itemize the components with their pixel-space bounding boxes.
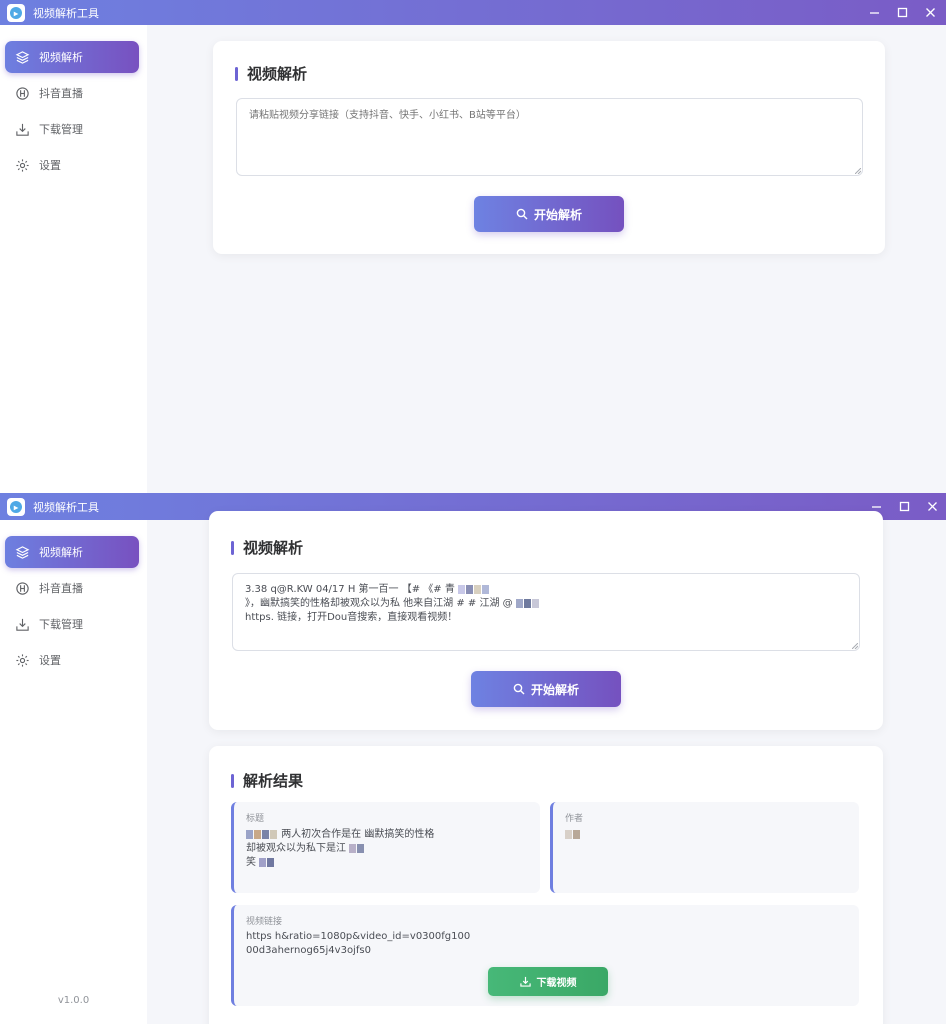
settings-icon	[16, 653, 29, 667]
download-icon	[16, 618, 29, 631]
title-label: 标题	[246, 814, 265, 824]
video-link-text[interactable]: https h&ratio=1080p&video_id=v0300fg100 …	[246, 930, 856, 958]
title-accent-bar	[235, 66, 238, 81]
sidebar-item-label: 视频解析	[39, 546, 83, 559]
settings-icon	[16, 158, 29, 172]
result-card: 解析结果 标题 两人初次合作是在 幽默搞笑的性格 却被观众以为私下是江 笑 作者…	[209, 746, 883, 1024]
layers-icon	[15, 50, 30, 64]
app-logo: ▶	[7, 4, 25, 22]
parse-card-title: 视频解析	[231, 537, 303, 558]
layers-icon	[15, 545, 30, 559]
maximize-icon	[897, 7, 907, 18]
sidebar-item-download-manager[interactable]: 下载管理	[5, 608, 139, 640]
close-button[interactable]	[916, 493, 946, 520]
video-title-text: 两人初次合作是在 幽默搞笑的性格 却被观众以为私下是江 笑	[246, 829, 435, 868]
author-name-text	[565, 828, 581, 842]
video-link-box: 视频链接 https h&ratio=1080p&video_id=v0300f…	[231, 905, 859, 1006]
live-icon	[16, 581, 29, 595]
sidebar-item-douyin-live[interactable]: 抖音直播	[5, 77, 139, 109]
sidebar-item-label: 抖音直播	[39, 582, 83, 595]
resize-grip-icon[interactable]	[852, 643, 858, 649]
svg-text:▶: ▶	[14, 505, 19, 512]
sidebar: 视频解析 抖音直播 下载管理 设置 v1.0.0	[0, 520, 147, 1024]
sidebar-item-settings[interactable]: 设置	[5, 644, 139, 676]
start-parse-button[interactable]: 开始解析	[474, 196, 624, 232]
title-bar: ▶ 视频解析工具	[0, 0, 946, 25]
sidebar-item-label: 下载管理	[39, 618, 83, 631]
screenshot-result: ▶ 视频解析工具 视频解析 抖音直播 下载管理 设置 v1.0.0 视频解析 3…	[0, 493, 946, 1024]
version-label: v1.0.0	[57, 995, 90, 1006]
parse-card: 视频解析 开始解析	[213, 41, 885, 254]
sidebar: 视频解析 抖音直播 下载管理 设置	[0, 25, 147, 493]
result-card-title: 解析结果	[231, 770, 303, 791]
sidebar-item-settings[interactable]: 设置	[5, 149, 139, 181]
sidebar-item-download-manager[interactable]: 下载管理	[5, 113, 139, 145]
author-label: 作者	[565, 814, 584, 824]
sidebar-item-label: 设置	[39, 159, 61, 172]
maximize-icon	[899, 501, 909, 512]
sidebar-item-label: 设置	[39, 654, 61, 667]
parse-card-title: 视频解析	[235, 63, 307, 84]
app-title: 视频解析工具	[33, 501, 99, 514]
close-icon	[925, 8, 935, 17]
download-video-button[interactable]: 下载视频	[488, 967, 608, 996]
download-icon	[519, 976, 531, 987]
input-line-1: 3.38 q@R.KW 04/17 H 第一百一 【# 《# 青	[245, 583, 847, 597]
video-url-input[interactable]	[236, 98, 863, 176]
minimize-icon	[869, 12, 879, 14]
sidebar-item-douyin-live[interactable]: 抖音直播	[5, 572, 139, 604]
sidebar-item-label: 视频解析	[39, 51, 83, 64]
input-line-3: https. 链接，打开Dou音搜索，直接观看视频！	[245, 612, 458, 623]
sidebar-item-video-parse[interactable]: 视频解析	[5, 536, 139, 568]
sidebar-item-label: 下载管理	[39, 123, 83, 136]
svg-text:▶: ▶	[14, 11, 19, 18]
sidebar-item-video-parse[interactable]: 视频解析	[5, 41, 139, 73]
video-link-label: 视频链接	[246, 917, 283, 927]
title-accent-bar	[231, 540, 234, 555]
app-logo: ▶	[7, 498, 25, 516]
download-icon	[16, 123, 29, 136]
search-icon	[516, 208, 528, 220]
resize-grip-icon[interactable]	[855, 168, 861, 174]
sidebar-item-label: 抖音直播	[39, 87, 83, 100]
live-icon	[16, 86, 29, 100]
close-icon	[927, 502, 937, 511]
close-button[interactable]	[914, 0, 946, 25]
input-line-2: 》，幽默搞笑的性格却被观众以为私 他来自江湖 # # 江湖 @	[245, 597, 847, 611]
video-url-input[interactable]: 3.38 q@R.KW 04/17 H 第一百一 【# 《# 青 》，幽默搞笑的…	[232, 573, 860, 651]
parse-card: 视频解析 3.38 q@R.KW 04/17 H 第一百一 【# 《# 青 》，…	[209, 511, 883, 730]
title-info-box: 标题 两人初次合作是在 幽默搞笑的性格 却被观众以为私下是江 笑	[231, 802, 540, 893]
title-accent-bar	[231, 773, 234, 788]
app-title: 视频解析工具	[33, 7, 99, 20]
screenshot-initial: ▶ 视频解析工具 视频解析 抖音直播 下载管理 设置 视频解析 请粘贴视频分享链…	[0, 0, 946, 493]
author-info-box: 作者	[550, 802, 859, 893]
search-icon	[513, 683, 525, 695]
start-parse-button[interactable]: 开始解析	[471, 671, 621, 707]
